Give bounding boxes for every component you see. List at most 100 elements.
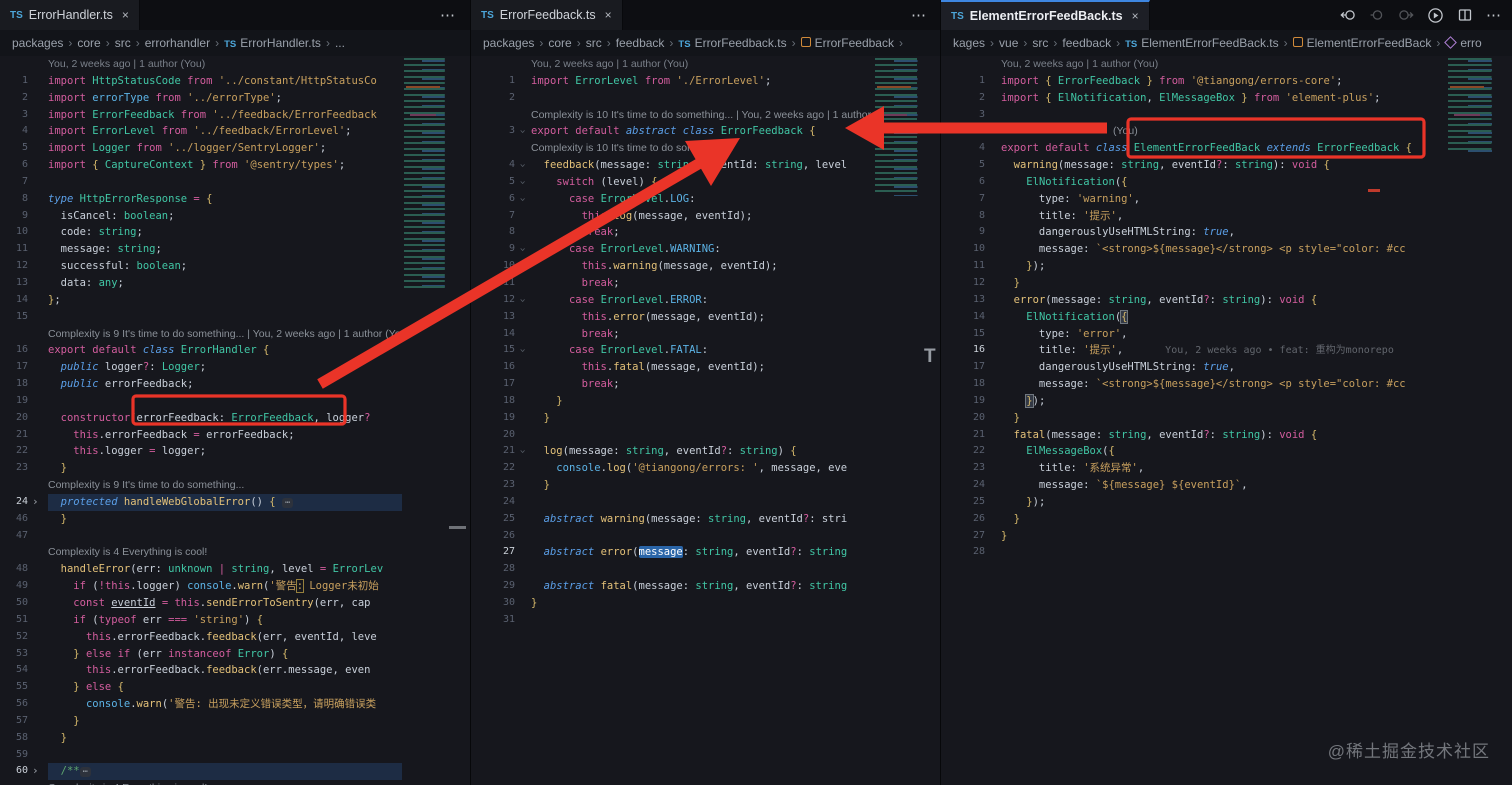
- code-line[interactable]: 24 › protected handleWebGlobalError() { ⋯: [0, 493, 402, 511]
- code-line[interactable]: 2: [471, 90, 877, 107]
- code-line[interactable]: 4 export default class ElementErrorFeedBa…: [941, 140, 1446, 157]
- breadcrumb[interactable]: packages › core › src › errorhandler › TS ErrorHa…: [0, 30, 470, 56]
- minimap[interactable]: [1446, 56, 1510, 153]
- code-line[interactable]: 51 if (typeof err === 'string') {: [0, 612, 402, 629]
- code-line[interactable]: 3: [941, 107, 1446, 124]
- breadcrumb-item[interactable]: TS ErrorHandler.ts: [224, 36, 321, 50]
- codelens[interactable]: Complexity is 4 Everything is cool!: [0, 544, 402, 561]
- breadcrumb-item[interactable]: core: [548, 36, 571, 50]
- code-line[interactable]: 4 › feedback(message: string, eventId: st…: [471, 157, 877, 174]
- code-line[interactable]: 11 message: string;: [0, 241, 402, 258]
- code-line[interactable]: 7 this.log(message, eventId);: [471, 208, 877, 225]
- code-line[interactable]: 57 }: [0, 713, 402, 730]
- tab-elementerrorfeedback[interactable]: TS ElementErrorFeedBack.ts ×: [941, 0, 1150, 30]
- code-line[interactable]: 56 console.warn('警告: 出现未定义错误类型，请明确错误类: [0, 696, 402, 713]
- code-line[interactable]: 17 dangerouslyUseHTMLString: true,: [941, 359, 1446, 376]
- code-line[interactable]: 55 } else {: [0, 679, 402, 696]
- code-line[interactable]: 26: [471, 528, 877, 545]
- more-actions-icon[interactable]: ⋯: [1486, 6, 1501, 24]
- code-line[interactable]: 11 break;: [471, 275, 877, 292]
- breadcrumb-item[interactable]: ErrorFeedback: [800, 36, 894, 50]
- code-line[interactable]: 21 › log(message: string, eventId?: strin…: [471, 443, 877, 460]
- code-line[interactable]: 28: [941, 544, 1446, 561]
- code-line[interactable]: 26 }: [941, 511, 1446, 528]
- code-line[interactable]: 9 › case ErrorLevel.WARNING:: [471, 241, 877, 258]
- code-line[interactable]: 15 type: 'error',: [941, 326, 1446, 343]
- breadcrumb[interactable]: packages › core › src › feedback › TS ErrorFeedba…: [471, 30, 941, 56]
- code-line[interactable]: 1 import HttpStatusCode from '../constant…: [0, 73, 402, 90]
- code-line[interactable]: 58 }: [0, 730, 402, 747]
- code-line[interactable]: 14 break;: [471, 326, 877, 343]
- code-line[interactable]: 22 this.logger = logger;: [0, 443, 402, 460]
- minimap[interactable]: [873, 56, 935, 196]
- code-line[interactable]: 1 import { ErrorFeedback } from '@tiangon…: [941, 73, 1446, 90]
- code-line[interactable]: 27 abstract error(message: string, event…: [471, 544, 877, 561]
- breadcrumb-item[interactable]: packages: [12, 36, 63, 50]
- code-line[interactable]: 10 message: `<strong>${message}</strong>…: [941, 241, 1446, 258]
- fold-chevron-icon[interactable]: ›: [514, 246, 531, 253]
- code-line[interactable]: 18 message: `<strong>${message}</strong>…: [941, 376, 1446, 393]
- code-line[interactable]: 10 this.warning(message, eventId);: [471, 258, 877, 275]
- code-line[interactable]: 28: [471, 561, 877, 578]
- code-line[interactable]: 15 › case ErrorLevel.FATAL:: [471, 342, 877, 359]
- close-icon[interactable]: ×: [122, 8, 129, 22]
- code-line[interactable]: 8 break;: [471, 224, 877, 241]
- split-editor-icon[interactable]: [1457, 7, 1473, 23]
- code-line[interactable]: 16 export default class ErrorHandler {: [0, 342, 402, 359]
- code-line[interactable]: 19 }: [471, 410, 877, 427]
- codelens[interactable]: Complexity is 9 It's time to do somethin…: [0, 326, 402, 343]
- code-line[interactable]: 12 successful: boolean;: [0, 258, 402, 275]
- code-line[interactable]: 3 › export default abstract class ErrorFee…: [471, 123, 877, 140]
- code-line[interactable]: 3 import ErrorFeedback from '../feedback/…: [0, 107, 402, 124]
- fold-chevron-icon[interactable]: ›: [32, 763, 39, 780]
- code-line[interactable]: 5 › switch (level) {: [471, 174, 877, 191]
- go-forward-icon[interactable]: [1398, 7, 1414, 23]
- code-line[interactable]: 8 title: '提示',: [941, 208, 1446, 225]
- code-line[interactable]: 30}: [471, 595, 877, 612]
- code-line[interactable]: 12 › case ErrorLevel.ERROR:: [471, 292, 877, 309]
- breadcrumb-item[interactable]: kages: [953, 36, 985, 50]
- breadcrumb-item[interactable]: packages: [483, 36, 534, 50]
- codelens[interactable]: (You): [941, 123, 1446, 140]
- breadcrumb-item[interactable]: errorhandler: [145, 36, 210, 50]
- code-line[interactable]: 11 });: [941, 258, 1446, 275]
- code-line[interactable]: 52 this.errorFeedback.feedback(err, even…: [0, 629, 402, 646]
- code-line[interactable]: 23 }: [471, 477, 877, 494]
- code-line[interactable]: 5 warning(message: string, eventId?: str…: [941, 157, 1446, 174]
- code-line[interactable]: 12 }: [941, 275, 1446, 292]
- breadcrumb-item[interactable]: feedback: [1062, 36, 1111, 50]
- code-line[interactable]: 9 dangerouslyUseHTMLString: true,: [941, 224, 1446, 241]
- code-line[interactable]: 6 › case ErrorLevel.LOG:: [471, 191, 877, 208]
- codelens[interactable]: Complexity is 10 It's time to do somethi…: [471, 140, 877, 157]
- code-line[interactable]: 24: [471, 494, 877, 511]
- fold-chevron-icon[interactable]: ›: [514, 449, 531, 456]
- breadcrumb[interactable]: kages › vue › src › feedback › TS ElementErrorFee…: [941, 30, 1512, 56]
- codelens[interactable]: Complexity is 9 It's time to do somethin…: [0, 477, 402, 494]
- code-line[interactable]: 25 abstract warning(message: string, eve…: [471, 511, 877, 528]
- breadcrumb-item[interactable]: feedback: [616, 36, 665, 50]
- code-line[interactable]: 20 }: [941, 410, 1446, 427]
- code-line[interactable]: 6 import { CaptureContext } from '@sentry…: [0, 157, 402, 174]
- code-area-errorhandler[interactable]: You, 2 weeks ago | 1 author (You) 1 import…: [0, 56, 402, 785]
- code-line[interactable]: 7 type: 'warning',: [941, 191, 1446, 208]
- code-line[interactable]: 23 }: [0, 460, 402, 477]
- breadcrumb-item[interactable]: ...: [335, 36, 345, 50]
- code-line[interactable]: 23 title: '系统异常',: [941, 460, 1446, 477]
- breadcrumb-item[interactable]: TS ElementErrorFeedBack.ts: [1125, 36, 1279, 50]
- code-line[interactable]: 24 message: `${message} ${eventId}`,: [941, 477, 1446, 494]
- code-line[interactable]: 2 import errorType from '../errorType';: [0, 90, 402, 107]
- code-line[interactable]: 19: [0, 393, 402, 410]
- breadcrumb-item[interactable]: src: [586, 36, 602, 50]
- code-line[interactable]: 31: [471, 612, 877, 629]
- code-line[interactable]: 20: [471, 427, 877, 444]
- breadcrumb-item[interactable]: core: [77, 36, 100, 50]
- breadcrumb-item[interactable]: erro: [1444, 36, 1482, 50]
- code-line[interactable]: 49 if (!this.logger) console.warn('警告: L…: [0, 578, 402, 595]
- code-line[interactable]: 1 import ErrorLevel from './ErrorLevel';: [471, 73, 877, 90]
- code-line[interactable]: 29 abstract fatal(message: string, event…: [471, 578, 877, 595]
- code-line[interactable]: 50 const eventId = this.sendErrorToSentr…: [0, 595, 402, 612]
- fold-chevron-icon[interactable]: ›: [32, 494, 39, 511]
- code-line[interactable]: 60 › /** ⋯: [0, 763, 402, 781]
- code-line[interactable]: 2 import { ElNotification, ElMessageBox }…: [941, 90, 1446, 107]
- code-line[interactable]: 59: [0, 747, 402, 764]
